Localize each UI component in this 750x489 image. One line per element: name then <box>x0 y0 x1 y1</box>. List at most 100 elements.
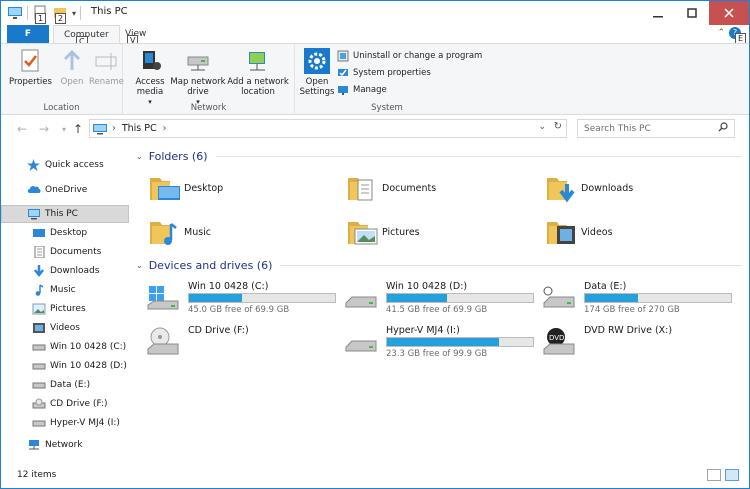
desktop-icon <box>32 227 46 239</box>
item-count: 12 items <box>17 470 57 480</box>
forward-button[interactable]: → <box>37 122 51 136</box>
nav-drive-d[interactable]: Win 10 0428 (D:) <box>1 357 129 375</box>
nav-network[interactable]: Network <box>1 436 129 454</box>
minimize-icon <box>653 16 663 18</box>
drive-e[interactable]: Data (E:) 174 GB free of 270 GB <box>542 281 742 317</box>
system-properties-button[interactable]: System properties <box>337 67 431 79</box>
open-settings-label: Open Settings <box>299 77 335 97</box>
drive-f[interactable]: CD Drive (F:) <box>146 325 346 361</box>
nav-drive-i[interactable]: Hyper-V MJ4 (I:) <box>1 414 129 432</box>
pictures-icon <box>32 303 46 315</box>
map-drive-button[interactable]: Map network drive ▾ <box>169 48 227 107</box>
drive-x[interactable]: DVD DVD RW Drive (X:) <box>542 325 742 361</box>
dvd-drive-icon: DVD <box>542 327 576 357</box>
rename-button[interactable]: Rename <box>89 48 124 87</box>
tab-view[interactable]: View V <box>115 25 156 46</box>
nav-drive-c[interactable]: Win 10 0428 (C:) <box>1 338 129 356</box>
back-button[interactable]: ← <box>15 122 29 136</box>
manage-icon <box>337 84 349 96</box>
add-network-location-button[interactable]: Add a network location <box>227 48 289 97</box>
minimize-button[interactable] <box>641 1 675 25</box>
rename-label: Rename <box>89 77 124 87</box>
details-view-icon[interactable] <box>707 469 721 481</box>
drive-i-free: 23.3 GB free of 99.9 GB <box>386 349 488 359</box>
nav-this-pc[interactable]: This PC <box>1 205 129 223</box>
uninstall-icon <box>337 50 349 62</box>
nav-music[interactable]: Music <box>1 281 129 299</box>
nav-drive-i-label: Hyper-V MJ4 (I:) <box>50 418 120 428</box>
drive-c-usage-fill <box>189 294 242 302</box>
search-icon[interactable] <box>718 122 728 135</box>
this-pc-icon[interactable] <box>7 5 23 21</box>
qat-dropdown-icon[interactable]: ▾ <box>72 9 76 18</box>
drives-section-header[interactable]: ⌄ Devices and drives (6) <box>136 259 742 272</box>
folders-section-header[interactable]: ⌄ Folders (6) <box>136 150 742 163</box>
properties-qat-icon[interactable]: 1 <box>32 5 48 24</box>
properties-button[interactable]: Properties <box>9 48 52 87</box>
uninstall-button[interactable]: Uninstall or change a program <box>337 50 482 62</box>
nav-quick-access[interactable]: Quick access <box>1 156 129 174</box>
manage-button[interactable]: Manage <box>337 84 387 96</box>
folder-music[interactable]: Music <box>148 216 211 248</box>
this-pc-icon <box>27 208 41 220</box>
star-icon <box>27 159 41 171</box>
documents-folder-icon <box>346 172 378 204</box>
drive-d-free: 41.5 GB free of 69.9 GB <box>386 305 488 315</box>
close-button[interactable] <box>709 1 749 25</box>
open-button[interactable]: Open <box>59 48 85 87</box>
folder-videos[interactable]: Videos <box>545 216 613 248</box>
keytip-2: 2 <box>55 13 67 24</box>
breadcrumb-chevron-icon-2: › <box>162 123 167 134</box>
access-media-button[interactable]: Access media ▾ <box>131 48 169 107</box>
system-properties-icon <box>337 67 349 79</box>
drive-e-usage-bar <box>584 293 732 303</box>
status-bar: 12 items <box>1 464 749 488</box>
network-group: Access media ▾ Map network drive ▾ Add a… <box>123 44 295 115</box>
folder-downloads[interactable]: Downloads <box>545 172 633 204</box>
search-box[interactable]: Search This PC <box>577 119 735 138</box>
up-button[interactable]: ↑ <box>71 122 85 136</box>
nav-videos[interactable]: Videos <box>1 319 129 337</box>
new-folder-qat-icon[interactable]: 2 <box>52 5 68 24</box>
refresh-icon[interactable]: ↻ <box>554 121 562 132</box>
nav-downloads[interactable]: Downloads <box>1 262 129 280</box>
nav-drive-e[interactable]: Data (E:) <box>1 376 129 394</box>
nav-documents-label: Documents <box>50 247 102 257</box>
drive-c[interactable]: Win 10 0428 (C:) 45.0 GB free of 69.9 GB <box>146 281 346 317</box>
drive-d[interactable]: Win 10 0428 (D:) 41.5 GB free of 69.9 GB <box>344 281 544 317</box>
address-bar[interactable]: › This PC › ⌄ ↻ <box>89 119 567 138</box>
cloud-icon <box>27 184 41 196</box>
tab-computer[interactable]: Computer C <box>53 25 120 47</box>
nav-desktop[interactable]: Desktop <box>1 224 129 242</box>
nav-documents[interactable]: Documents <box>1 243 129 261</box>
drive-icon <box>344 283 378 313</box>
folder-documents[interactable]: Documents <box>346 172 436 204</box>
nav-onedrive[interactable]: OneDrive <box>1 181 129 199</box>
tiles-view-icon[interactable] <box>725 469 739 481</box>
nav-pictures[interactable]: Pictures <box>1 300 129 318</box>
breadcrumb-this-pc[interactable]: This PC <box>122 123 157 134</box>
collapse-ribbon-icon[interactable]: ⌃ <box>717 28 725 38</box>
drive-i[interactable]: Hyper-V MJ4 (I:) 23.3 GB free of 99.9 GB <box>344 325 544 361</box>
folder-pictures[interactable]: Pictures <box>346 216 420 248</box>
videos-icon <box>32 322 46 334</box>
drive-icon <box>32 341 46 353</box>
address-row: ← → ▾ ↑ › This PC › ⌄ ↻ Search This PC <box>1 116 749 142</box>
maximize-button[interactable] <box>675 1 709 25</box>
folder-desktop[interactable]: Desktop <box>148 172 223 204</box>
window-title: This PC <box>91 6 128 17</box>
nav-drive-f[interactable]: CD Drive (F:) <box>1 395 129 413</box>
folder-desktop-label: Desktop <box>184 182 224 194</box>
address-dropdown-icon[interactable]: ⌄ <box>538 122 546 132</box>
open-settings-button[interactable]: Open Settings <box>299 48 335 97</box>
network-drive-icon <box>542 283 576 313</box>
map-drive-label: Map network drive <box>170 77 226 97</box>
drive-c-name: Win 10 0428 (C:) <box>188 281 269 292</box>
nav-network-label: Network <box>45 440 83 450</box>
tab-file[interactable]: F <box>7 25 49 43</box>
system-properties-label: System properties <box>353 68 431 78</box>
nav-quick-access-label: Quick access <box>45 160 104 170</box>
nav-drive-d-label: Win 10 0428 (D:) <box>50 361 127 371</box>
recent-locations-button[interactable]: ▾ <box>57 122 71 136</box>
drive-x-name: DVD RW Drive (X:) <box>584 325 673 336</box>
